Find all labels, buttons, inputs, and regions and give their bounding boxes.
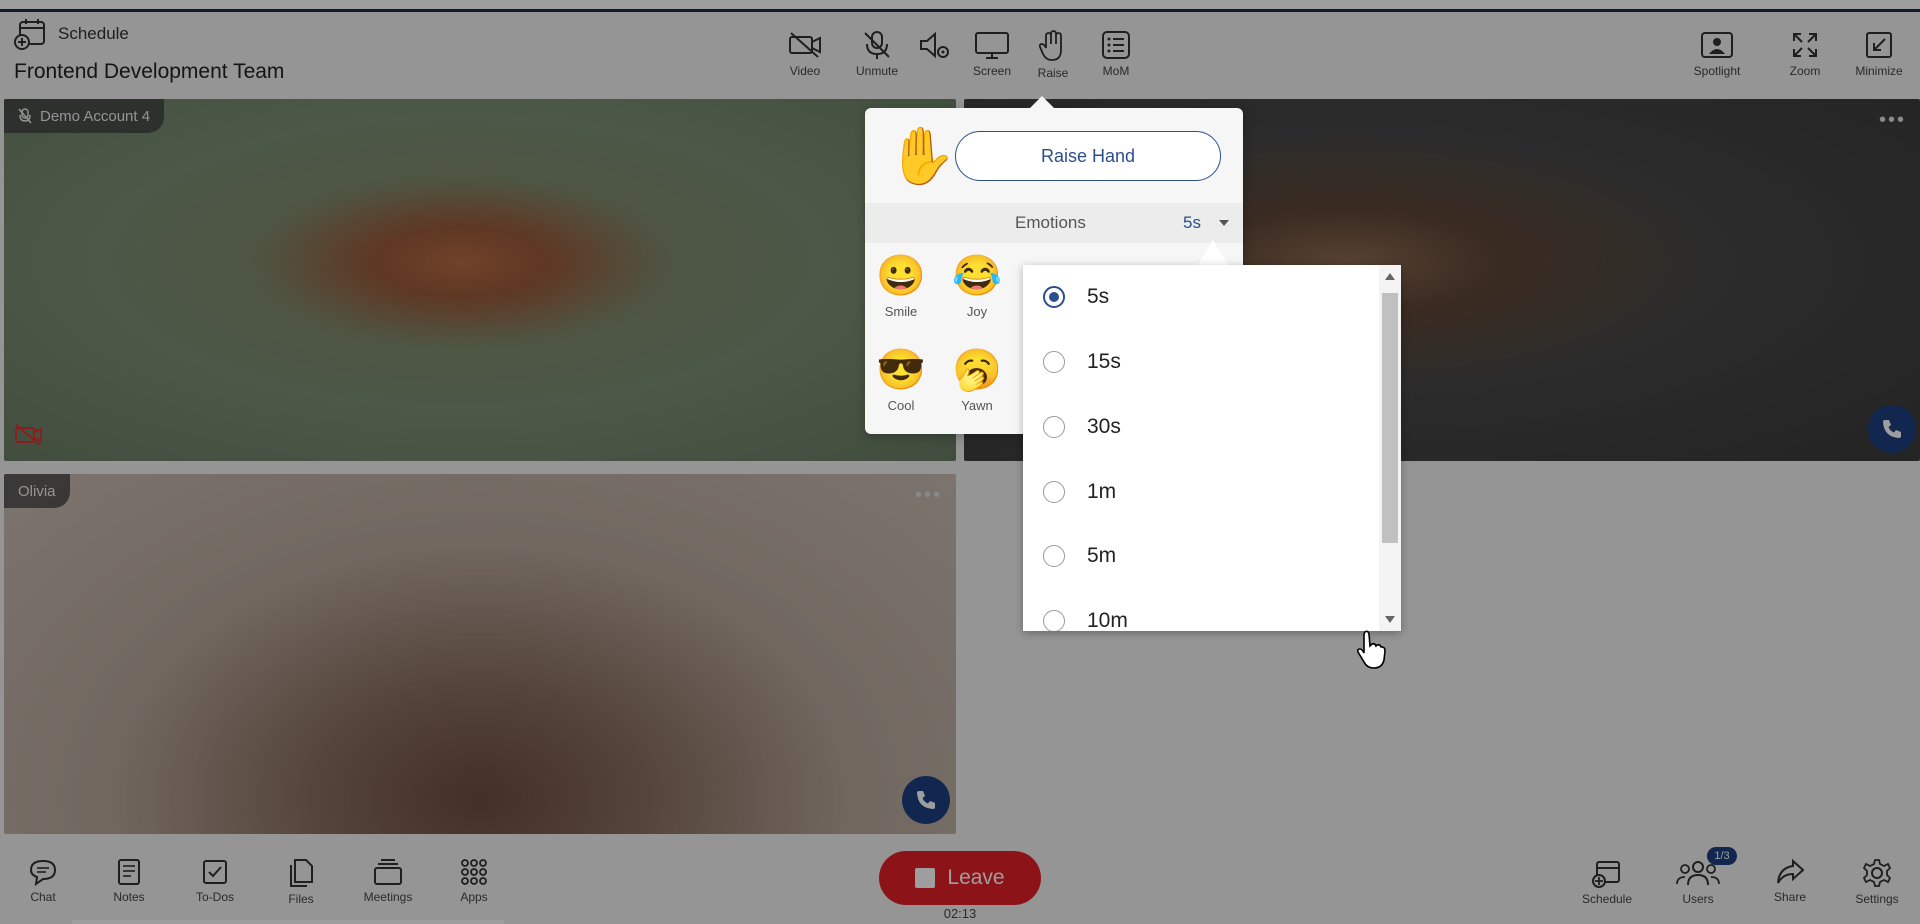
duration-select-value[interactable]: 5s — [1183, 213, 1201, 233]
radio-icon[interactable] — [1043, 351, 1065, 373]
duration-option-1m[interactable]: 1m — [1023, 460, 1373, 524]
option-label: 30s — [1087, 415, 1121, 438]
emotion-smile[interactable]: 😀 Smile — [871, 256, 931, 319]
radio-icon[interactable] — [1043, 610, 1065, 631]
emotion-joy[interactable]: 😂 Joy — [947, 256, 1007, 319]
emotion-label: Joy — [966, 304, 988, 319]
emotion-yawn[interactable]: 🥱 Yawn — [947, 350, 1007, 413]
radio-icon[interactable] — [1043, 481, 1065, 503]
scroll-down-arrow-icon[interactable] — [1385, 616, 1395, 623]
option-label: 10m — [1087, 609, 1128, 631]
duration-option-10m[interactable]: 10m — [1023, 589, 1373, 631]
option-label: 5m — [1087, 544, 1117, 567]
smile-emoji-icon: 😀 — [876, 254, 926, 298]
duration-option-5m[interactable]: 5m — [1023, 524, 1373, 588]
duration-dropdown: 5s 15s 30s 1m 5m 10m — [1023, 265, 1401, 631]
dropdown-pointer — [1197, 240, 1229, 266]
dropdown-scrollbar[interactable] — [1379, 265, 1401, 631]
option-label: 15s — [1087, 350, 1121, 373]
joy-emoji-icon: 😂 — [952, 254, 1002, 298]
option-label: 1m — [1087, 480, 1117, 503]
emotions-label: Emotions — [1015, 213, 1086, 232]
emotions-header: Emotions 5s — [865, 203, 1243, 243]
raised-hand-emoji-icon: ✋ — [887, 124, 957, 187]
scroll-up-arrow-icon[interactable] — [1385, 273, 1395, 280]
chevron-down-icon[interactable] — [1219, 220, 1229, 226]
scroll-thumb[interactable] — [1382, 293, 1398, 543]
option-label: 5s — [1087, 285, 1110, 308]
emotion-label: Smile — [884, 304, 918, 319]
radio-icon[interactable] — [1043, 545, 1065, 567]
yawn-emoji-icon: 🥱 — [952, 348, 1002, 392]
duration-option-5s[interactable]: 5s — [1023, 265, 1373, 329]
radio-selected-icon[interactable] — [1043, 286, 1065, 308]
hand-pointer-cursor-icon — [1355, 630, 1389, 675]
radio-icon[interactable] — [1043, 416, 1065, 438]
emotion-cool[interactable]: 😎 Cool — [871, 350, 931, 413]
raise-hand-button[interactable]: Raise Hand — [955, 131, 1221, 181]
duration-option-15s[interactable]: 15s — [1023, 330, 1373, 394]
emotion-label: Yawn — [961, 398, 993, 413]
cool-emoji-icon: 😎 — [876, 348, 926, 392]
emotion-label: Cool — [887, 398, 915, 413]
duration-option-30s[interactable]: 30s — [1023, 395, 1373, 459]
